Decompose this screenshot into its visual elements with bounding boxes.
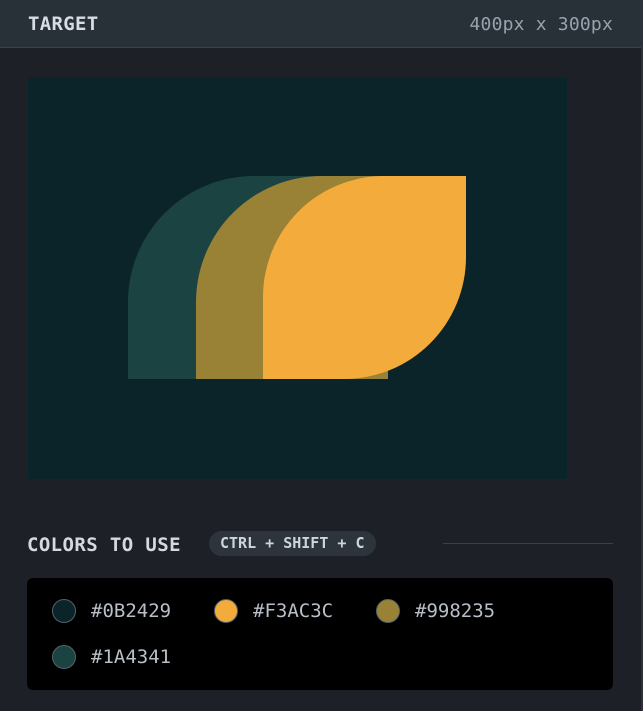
target-title: TARGET xyxy=(28,13,99,35)
color-palette: #0B2429 #F3AC3C #998235 #1A4341 xyxy=(27,578,613,690)
colors-to-use-row: COLORS TO USE CTRL + SHIFT + C xyxy=(27,531,613,559)
target-svg xyxy=(28,77,567,479)
target-header: TARGET 400px x 300px xyxy=(0,0,641,48)
target-image xyxy=(28,77,567,479)
swatch-circle xyxy=(52,599,76,623)
swatch-hex-label: #0B2429 xyxy=(91,600,172,622)
copy-colors-shortcut: CTRL + SHIFT + C xyxy=(209,531,376,556)
target-panel: TARGET 400px x 300px COLORS TO USE CTRL … xyxy=(0,0,643,711)
swatch-hex-label: #F3AC3C xyxy=(253,600,334,622)
swatch-hex-label: #1A4341 xyxy=(91,646,172,668)
swatch-hex-label: #998235 xyxy=(415,600,496,622)
swatch-circle xyxy=(214,599,238,623)
section-divider xyxy=(443,543,613,544)
swatch-circle xyxy=(52,645,76,669)
swatch-circle xyxy=(376,599,400,623)
target-size-label: 400px x 300px xyxy=(469,14,613,35)
colors-to-use-heading: COLORS TO USE xyxy=(27,534,181,556)
